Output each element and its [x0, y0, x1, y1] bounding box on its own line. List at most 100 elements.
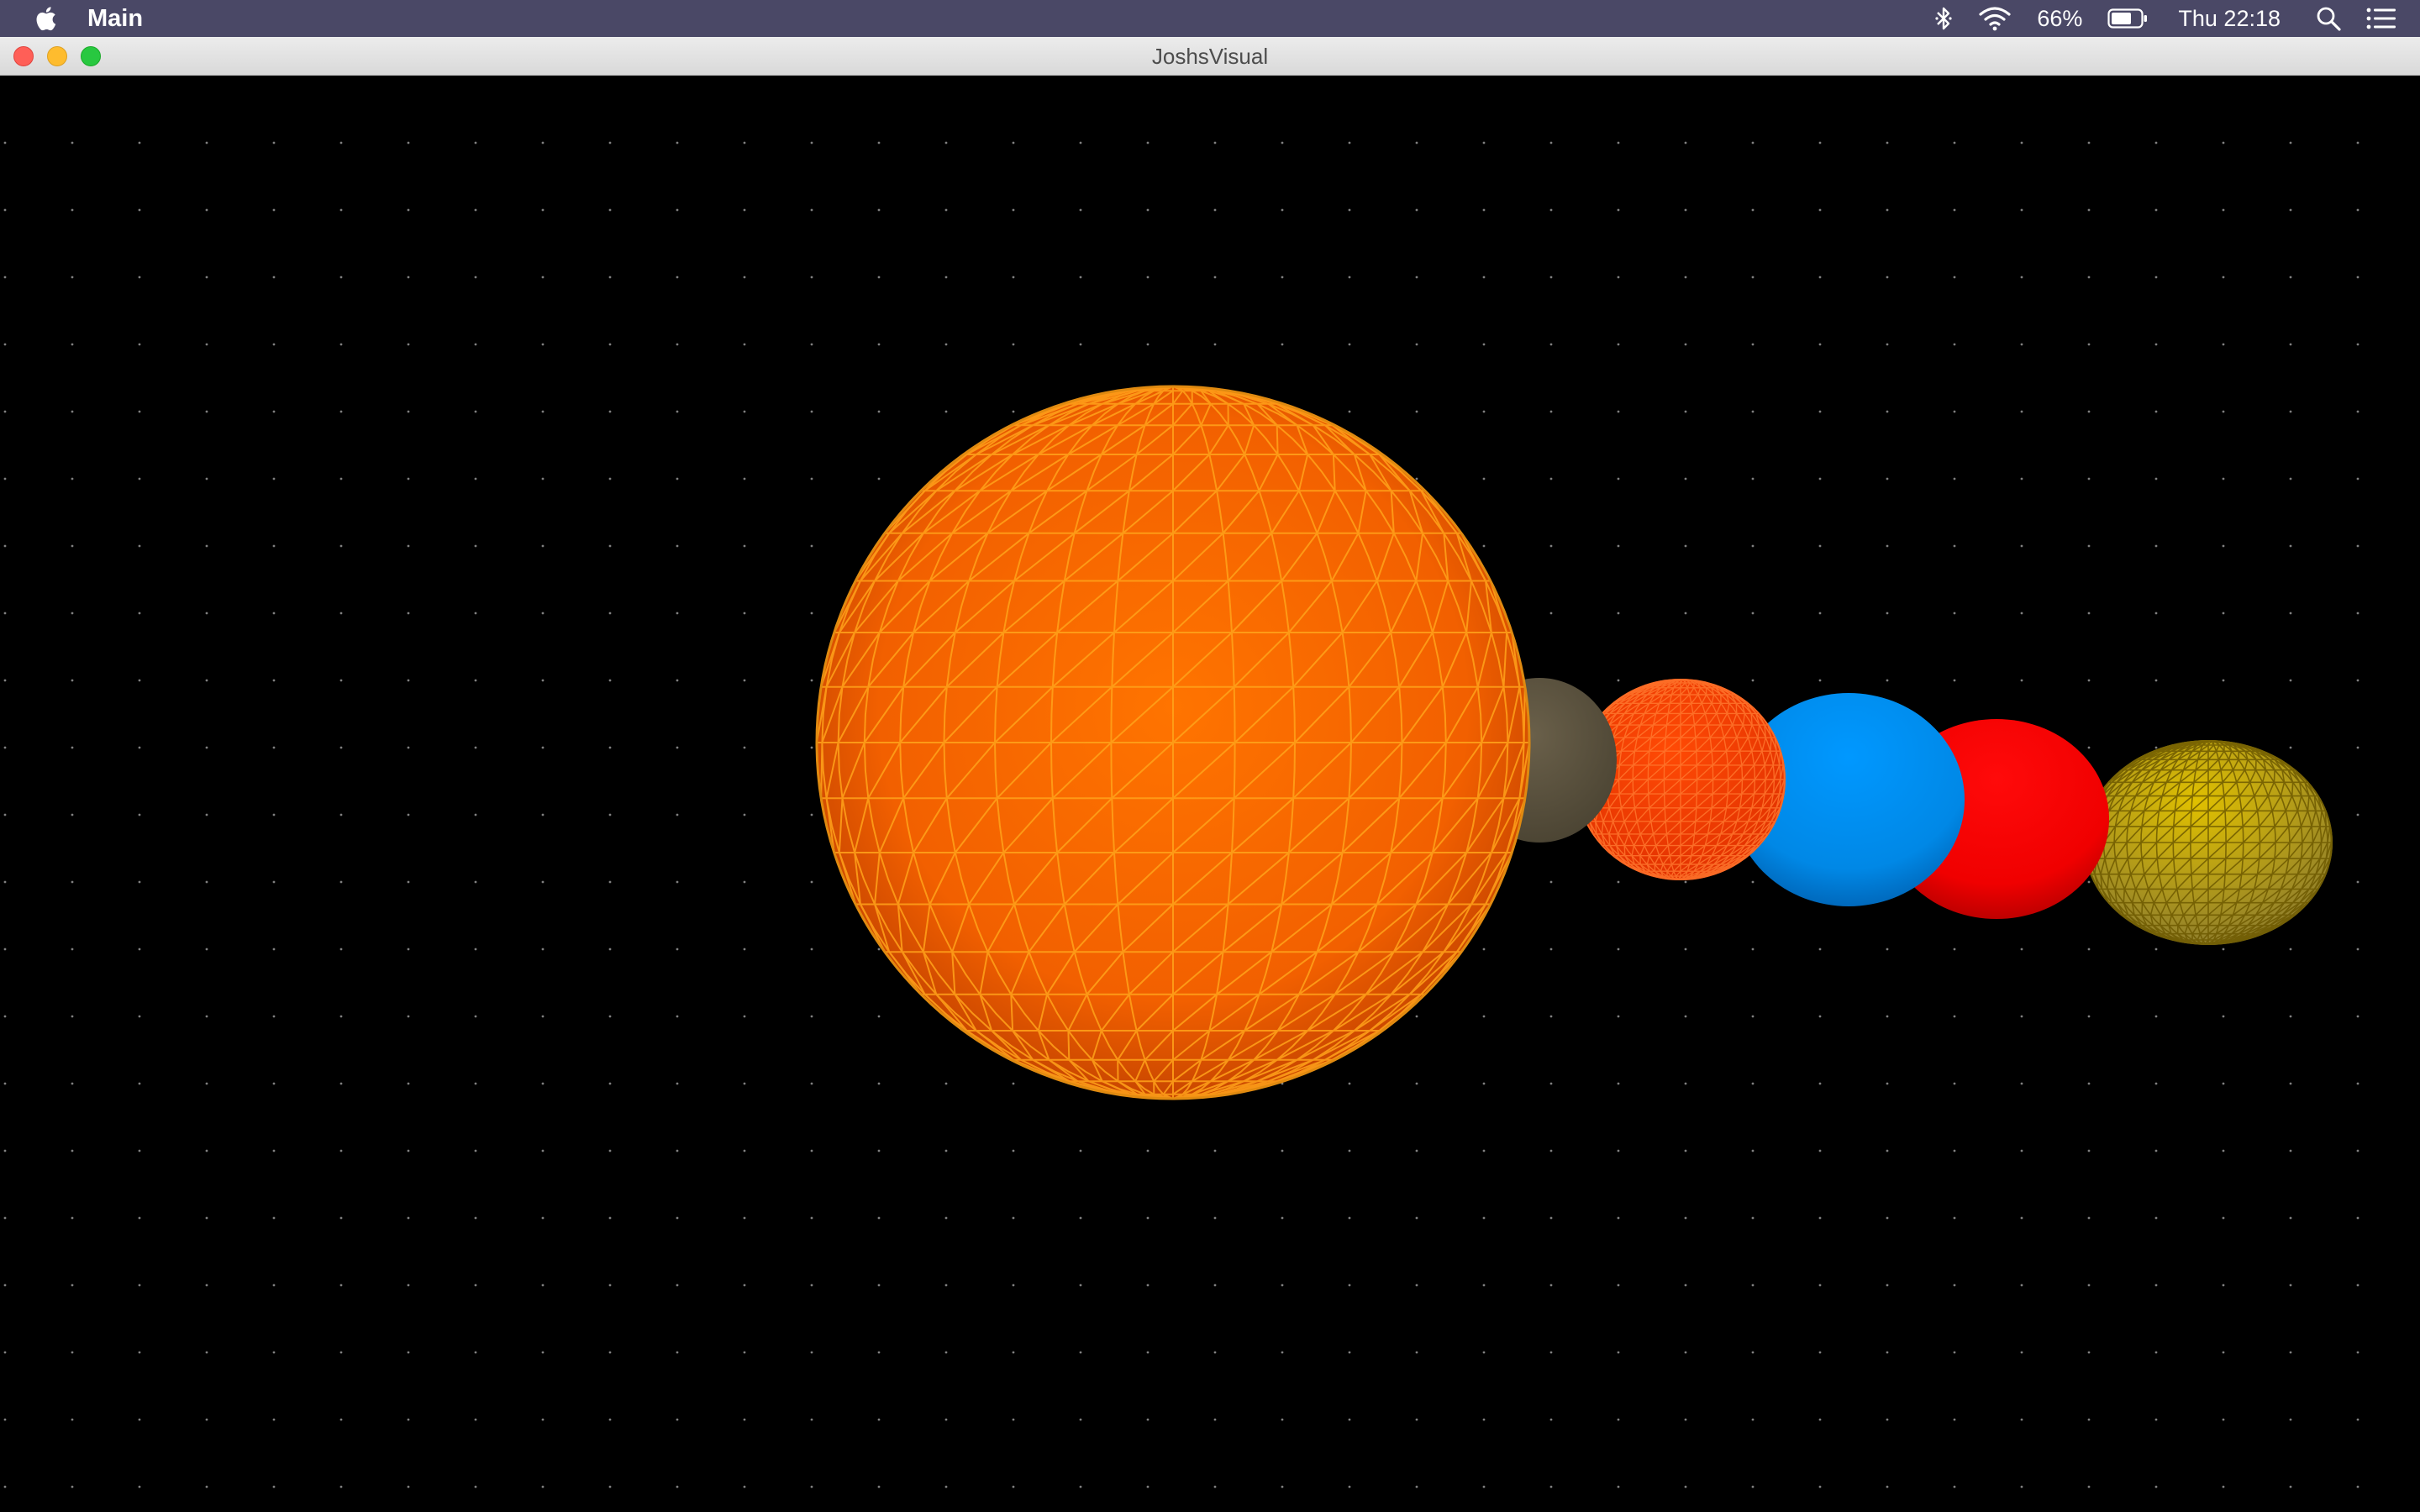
menu-bar-clock[interactable]: Thu 22:18 [2178, 6, 2281, 32]
star [2020, 410, 2023, 413]
star [1549, 1216, 1553, 1220]
star [3, 1351, 7, 1354]
star [2289, 1485, 2292, 1488]
star [1684, 1149, 1687, 1152]
star [608, 880, 612, 884]
star [2356, 208, 2360, 212]
star [1886, 1216, 1889, 1220]
star [1482, 1418, 1486, 1421]
star [810, 544, 813, 548]
star [1953, 141, 1956, 144]
wireframe-line [2123, 889, 2126, 903]
scene-viewport[interactable] [0, 76, 2420, 1512]
star [1953, 1015, 1956, 1018]
star [541, 544, 544, 548]
apple-logo-icon[interactable] [32, 4, 57, 33]
wifi-icon[interactable] [1978, 6, 2012, 31]
star [743, 544, 746, 548]
star [1348, 208, 1351, 212]
star [205, 544, 208, 548]
star [1617, 343, 1620, 346]
star [407, 880, 410, 884]
star [339, 1149, 343, 1152]
star [71, 276, 74, 279]
star [2087, 1015, 2091, 1018]
star [2020, 1015, 2023, 1018]
bluetooth-icon[interactable] [1934, 6, 1953, 31]
star [71, 141, 74, 144]
active-app-name[interactable]: Main [87, 5, 143, 33]
star [71, 410, 74, 413]
star [1482, 1485, 1486, 1488]
star [1617, 1351, 1620, 1354]
star [1079, 1418, 1082, 1421]
star [1684, 1351, 1687, 1354]
wireframe-line [2291, 782, 2294, 796]
star [2087, 948, 2091, 951]
star [2154, 612, 2158, 615]
star [2087, 1149, 2091, 1152]
star [339, 612, 343, 615]
star [1281, 1149, 1284, 1152]
star [1079, 208, 1082, 212]
star [2356, 1149, 2360, 1152]
battery-icon[interactable] [2107, 8, 2148, 29]
wireframe-line [1735, 703, 1738, 714]
star [2087, 410, 2091, 413]
star [1953, 1485, 1956, 1488]
notification-center-icon[interactable] [2366, 7, 2396, 30]
star [1146, 1149, 1150, 1152]
star [138, 1351, 141, 1354]
star [2222, 1418, 2225, 1421]
star [743, 679, 746, 682]
star [1751, 948, 1754, 951]
star [1549, 612, 1553, 615]
star [608, 410, 612, 413]
star [1617, 1418, 1620, 1421]
battery-percentage[interactable]: 66% [2037, 6, 2082, 32]
star [205, 477, 208, 480]
star [1415, 343, 1418, 346]
star [944, 1485, 948, 1488]
star [205, 141, 208, 144]
star [2154, 1015, 2158, 1018]
star [1953, 410, 1956, 413]
solar-system-scene[interactable] [0, 76, 2420, 1512]
star [944, 141, 948, 144]
star [407, 1284, 410, 1287]
star [1348, 1082, 1351, 1085]
star [407, 1149, 410, 1152]
star [2222, 141, 2225, 144]
star [2356, 612, 2360, 615]
star [205, 612, 208, 615]
star [541, 343, 544, 346]
star [810, 1149, 813, 1152]
star [71, 612, 74, 615]
star [2087, 1485, 2091, 1488]
star [743, 410, 746, 413]
star [2154, 1082, 2158, 1085]
star [676, 141, 679, 144]
window-title-bar[interactable]: JoshsVisual [0, 37, 2420, 76]
star [205, 1485, 208, 1488]
star [1281, 343, 1284, 346]
star [1348, 1149, 1351, 1152]
star [138, 544, 141, 548]
spotlight-search-icon[interactable] [2316, 6, 2341, 31]
star [1886, 1015, 1889, 1018]
star [2356, 746, 2360, 749]
star [2020, 679, 2023, 682]
star [1886, 343, 1889, 346]
star [1818, 679, 1822, 682]
star [1684, 948, 1687, 951]
star [944, 343, 948, 346]
star [2087, 544, 2091, 548]
star [474, 679, 477, 682]
star [810, 410, 813, 413]
star [2020, 612, 2023, 615]
star [1213, 1284, 1217, 1287]
star [541, 1418, 544, 1421]
star [2154, 276, 2158, 279]
star [1348, 1485, 1351, 1488]
star [608, 813, 612, 816]
